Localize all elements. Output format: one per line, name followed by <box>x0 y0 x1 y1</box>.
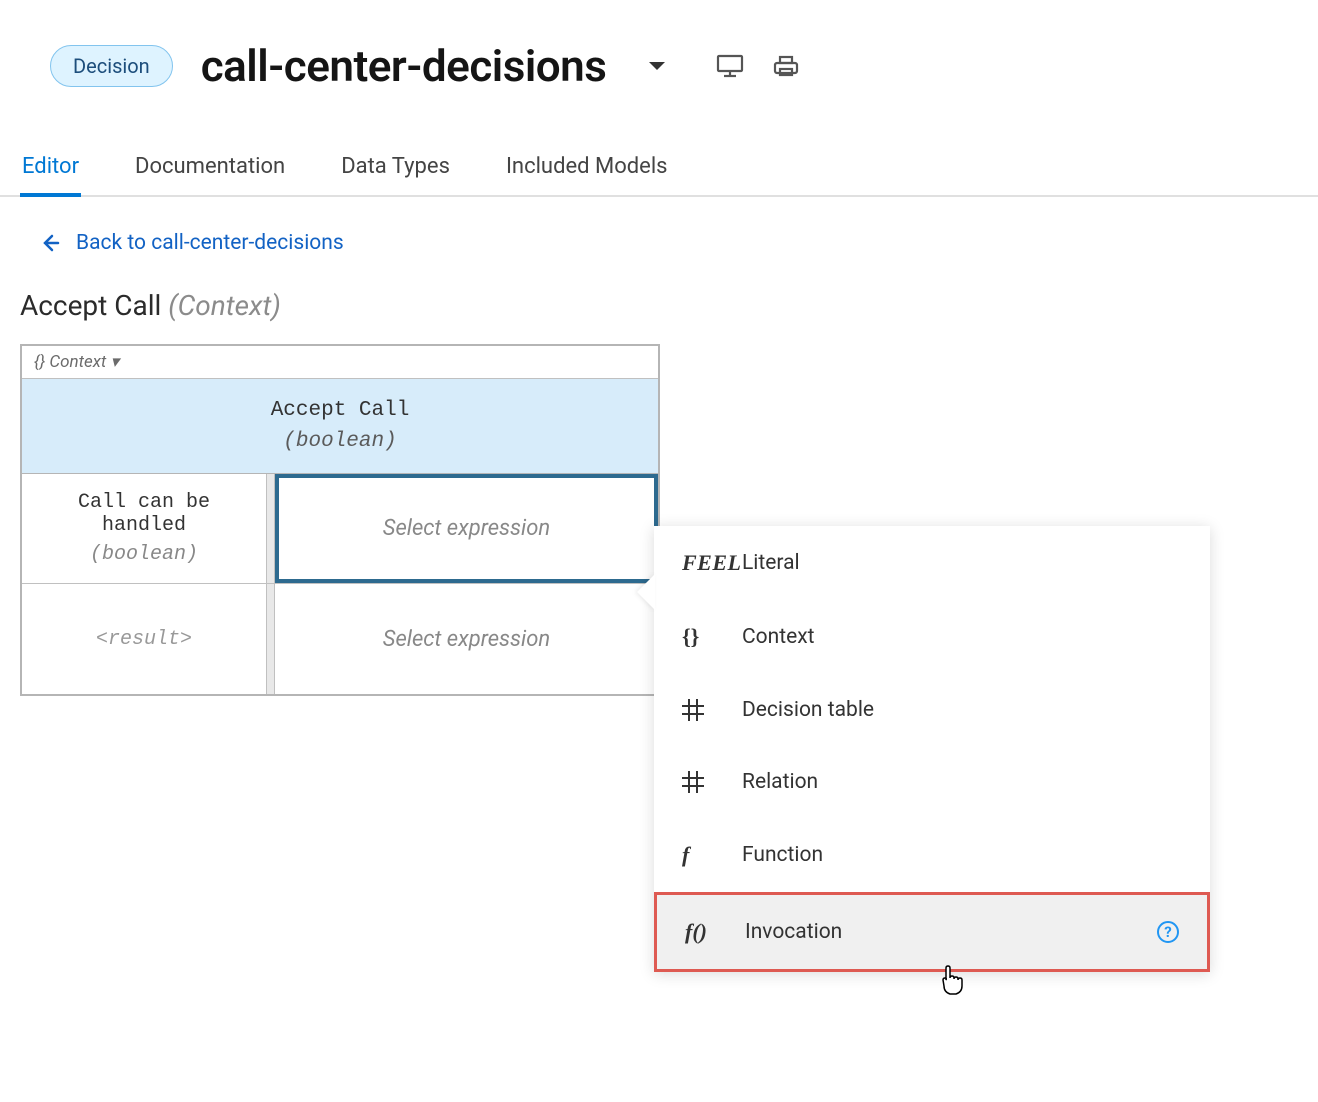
chevron-down-icon <box>648 60 666 72</box>
context-key-type: (boolean) <box>90 543 198 566</box>
tabs: Editor Documentation Data Types Included… <box>0 140 1318 197</box>
grid-icon <box>682 699 742 721</box>
context-value-placeholder: Select expression <box>383 516 550 541</box>
tab-editor[interactable]: Editor <box>20 140 81 197</box>
expression-option-label: Relation <box>742 770 818 794</box>
node-subtype: (Context) <box>168 289 281 322</box>
context-result-key[interactable]: <result> <box>22 584 267 694</box>
expression-option-function[interactable]: f Function <box>654 818 1210 892</box>
braces-icon: {} <box>682 624 742 650</box>
title-dropdown[interactable] <box>648 57 666 76</box>
feel-icon: FEEL <box>682 550 742 576</box>
expression-option-relation[interactable]: Relation <box>654 746 1210 818</box>
context-value-cell[interactable]: Select expression <box>275 584 658 694</box>
function-icon: f <box>682 842 742 868</box>
context-value-cell[interactable]: Select expression <box>275 474 658 583</box>
back-link-label: Back to call-center-decisions <box>76 231 344 255</box>
tab-included-models[interactable]: Included Models <box>504 140 670 197</box>
decision-badge: Decision <box>50 45 173 87</box>
context-key-name: <result> <box>96 628 192 651</box>
row-gutter <box>267 584 275 694</box>
help-icon[interactable]: ? <box>1157 921 1179 943</box>
arrow-left-icon <box>40 233 60 253</box>
context-header-name: Accept Call <box>271 399 410 422</box>
node-name: Accept Call <box>20 289 161 322</box>
printer-icon[interactable] <box>772 55 800 77</box>
expression-option-invocation[interactable]: f() Invocation ? <box>654 892 1210 972</box>
header-icons <box>716 54 800 78</box>
tab-data-types[interactable]: Data Types <box>339 140 452 197</box>
context-header-type: (boolean) <box>32 430 648 453</box>
context-type-dropdown[interactable]: {} Context ▾ <box>22 346 658 379</box>
expression-option-label: Decision table <box>742 698 874 722</box>
context-key[interactable]: Call can be handled (boolean) <box>22 474 267 583</box>
expression-option-decision-table[interactable]: Decision table <box>654 674 1210 746</box>
monitor-icon[interactable] <box>716 54 744 78</box>
context-key-name: Call can be handled <box>34 491 254 537</box>
tab-documentation[interactable]: Documentation <box>133 140 287 197</box>
context-box: {} Context ▾ Accept Call (boolean) Call … <box>20 344 660 696</box>
expression-option-label: Function <box>742 843 823 867</box>
header: Decision call-center-decisions <box>0 0 1318 140</box>
context-header[interactable]: Accept Call (boolean) <box>22 379 658 474</box>
expression-option-context[interactable]: {} Context <box>654 600 1210 674</box>
grid-icon <box>682 771 742 793</box>
expression-option-label: Invocation <box>745 920 842 944</box>
context-row: Call can be handled (boolean) Select exp… <box>22 474 658 584</box>
expression-option-label: Literal <box>742 551 800 575</box>
expression-option-literal[interactable]: FEEL Literal <box>654 526 1210 600</box>
invocation-icon: f() <box>685 919 745 945</box>
expression-option-label: Context <box>742 625 815 649</box>
context-type-label: {} Context ▾ <box>34 352 119 372</box>
project-title: call-center-decisions <box>201 40 607 92</box>
node-title: Accept Call (Context) <box>0 279 1318 344</box>
back-link[interactable]: Back to call-center-decisions <box>0 197 1318 279</box>
context-row: <result> Select expression <box>22 584 658 694</box>
row-gutter <box>267 474 275 583</box>
expression-type-popup: FEEL Literal {} Context Decision table R… <box>654 526 1210 972</box>
context-value-placeholder: Select expression <box>383 627 550 652</box>
